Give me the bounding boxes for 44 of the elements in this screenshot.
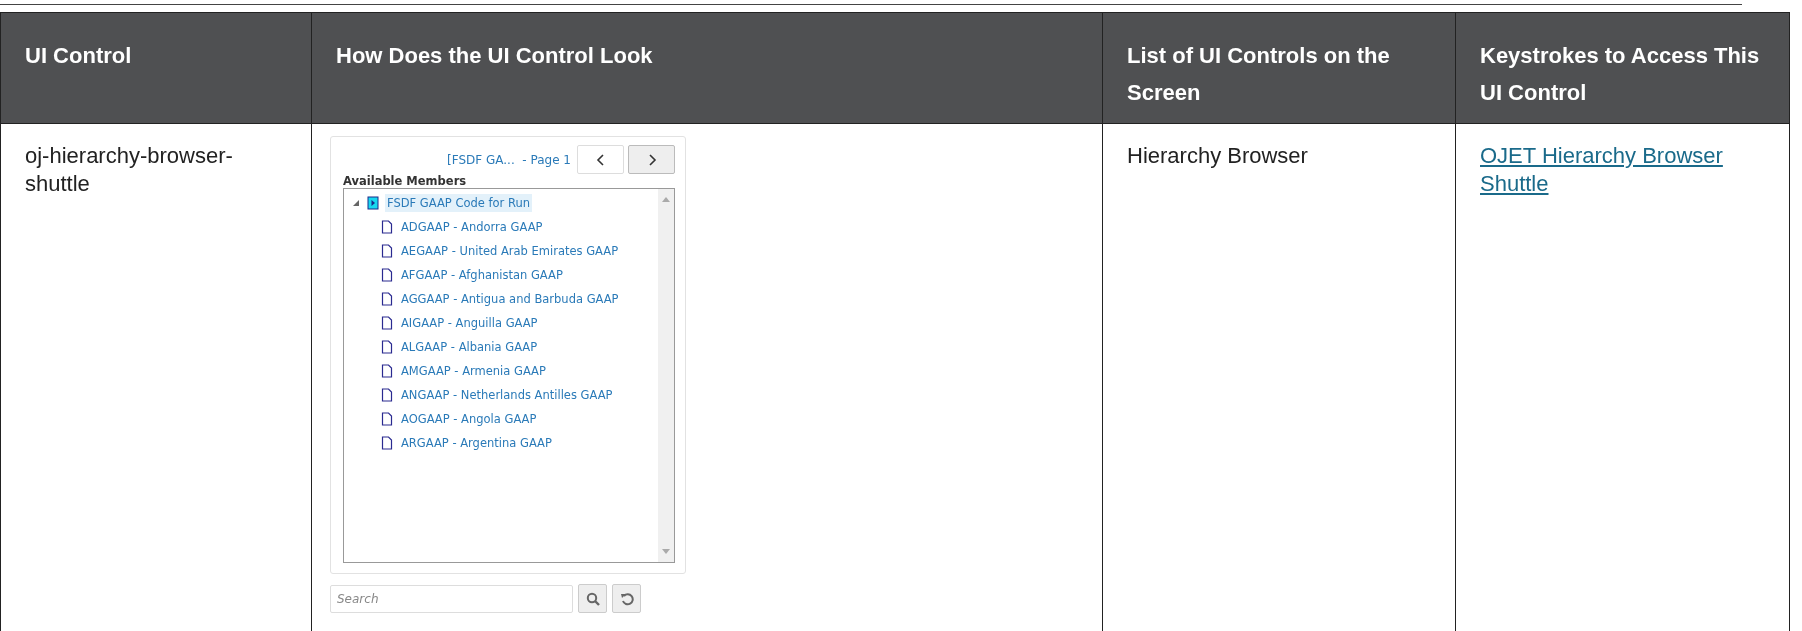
tree-item[interactable]: FSDF GAAP Code for Run	[385, 194, 532, 212]
document-icon	[381, 244, 393, 258]
document-icon	[381, 292, 393, 306]
table-cell: oj-hierarchy-browser-shuttle	[0, 123, 312, 631]
tree-item[interactable]: AIGAAP - Anguilla GAAP	[399, 314, 540, 332]
document-icon	[381, 412, 393, 426]
tree-item[interactable]: AMGAAP - Armenia GAAP	[399, 362, 548, 380]
tree-item[interactable]: ALGAAP - Albania GAAP	[399, 338, 540, 356]
tree-item[interactable]: ANGAAP - Netherlands Antilles GAAP	[399, 386, 615, 404]
document-icon	[381, 316, 393, 330]
folder-document-icon	[367, 196, 379, 210]
document-icon	[381, 364, 393, 378]
document-icon	[381, 268, 393, 282]
search-button[interactable]	[578, 584, 607, 613]
tree-item[interactable]: AGGAAP - Antigua and Barbuda GAAP	[399, 290, 621, 308]
chevron-left-icon	[595, 153, 606, 166]
document-icon	[381, 340, 393, 354]
reset-icon	[619, 591, 634, 606]
tree-item[interactable]: AOGAAP - Angola GAAP	[399, 410, 539, 428]
chevron-right-icon	[646, 153, 657, 166]
tree-item[interactable]: AFGAAP - Afghanistan GAAP	[399, 266, 565, 284]
table-cell: Hierarchy Browser	[1102, 123, 1456, 631]
column-header: Keystrokes to Access This UI Control	[1455, 12, 1790, 124]
document-icon	[381, 388, 393, 402]
column-header: List of UI Controls on the Screen	[1102, 12, 1456, 124]
link[interactable]: OJET Hierarchy Browser Shuttle	[1480, 142, 1775, 198]
tree-item[interactable]: ARGAAP - Argentina GAAP	[399, 434, 554, 452]
column-header: UI Control	[0, 12, 312, 124]
search-icon	[585, 591, 600, 606]
document-icon	[381, 436, 393, 450]
search-field[interactable]: Search	[330, 584, 573, 613]
scrollbar[interactable]	[658, 189, 674, 562]
tree-item[interactable]: ADGAAP - Andorra GAAP	[399, 218, 545, 236]
list-heading: Available Members	[343, 174, 468, 188]
tree-item[interactable]: AEGAAP - United Arab Emirates GAAP	[399, 242, 621, 260]
previous-page-button[interactable]	[577, 145, 624, 174]
scroll-up-icon[interactable]	[662, 197, 670, 202]
scroll-down-icon[interactable]	[662, 549, 670, 554]
document-icon	[381, 220, 393, 234]
expanded-triangle-icon[interactable]	[352, 199, 360, 207]
reset-button[interactable]	[612, 584, 641, 613]
pager-label: [FSDF GA... - Page 1	[447, 151, 571, 169]
column-header: How Does the UI Control Look	[311, 12, 1103, 124]
next-page-button[interactable]	[628, 145, 675, 174]
